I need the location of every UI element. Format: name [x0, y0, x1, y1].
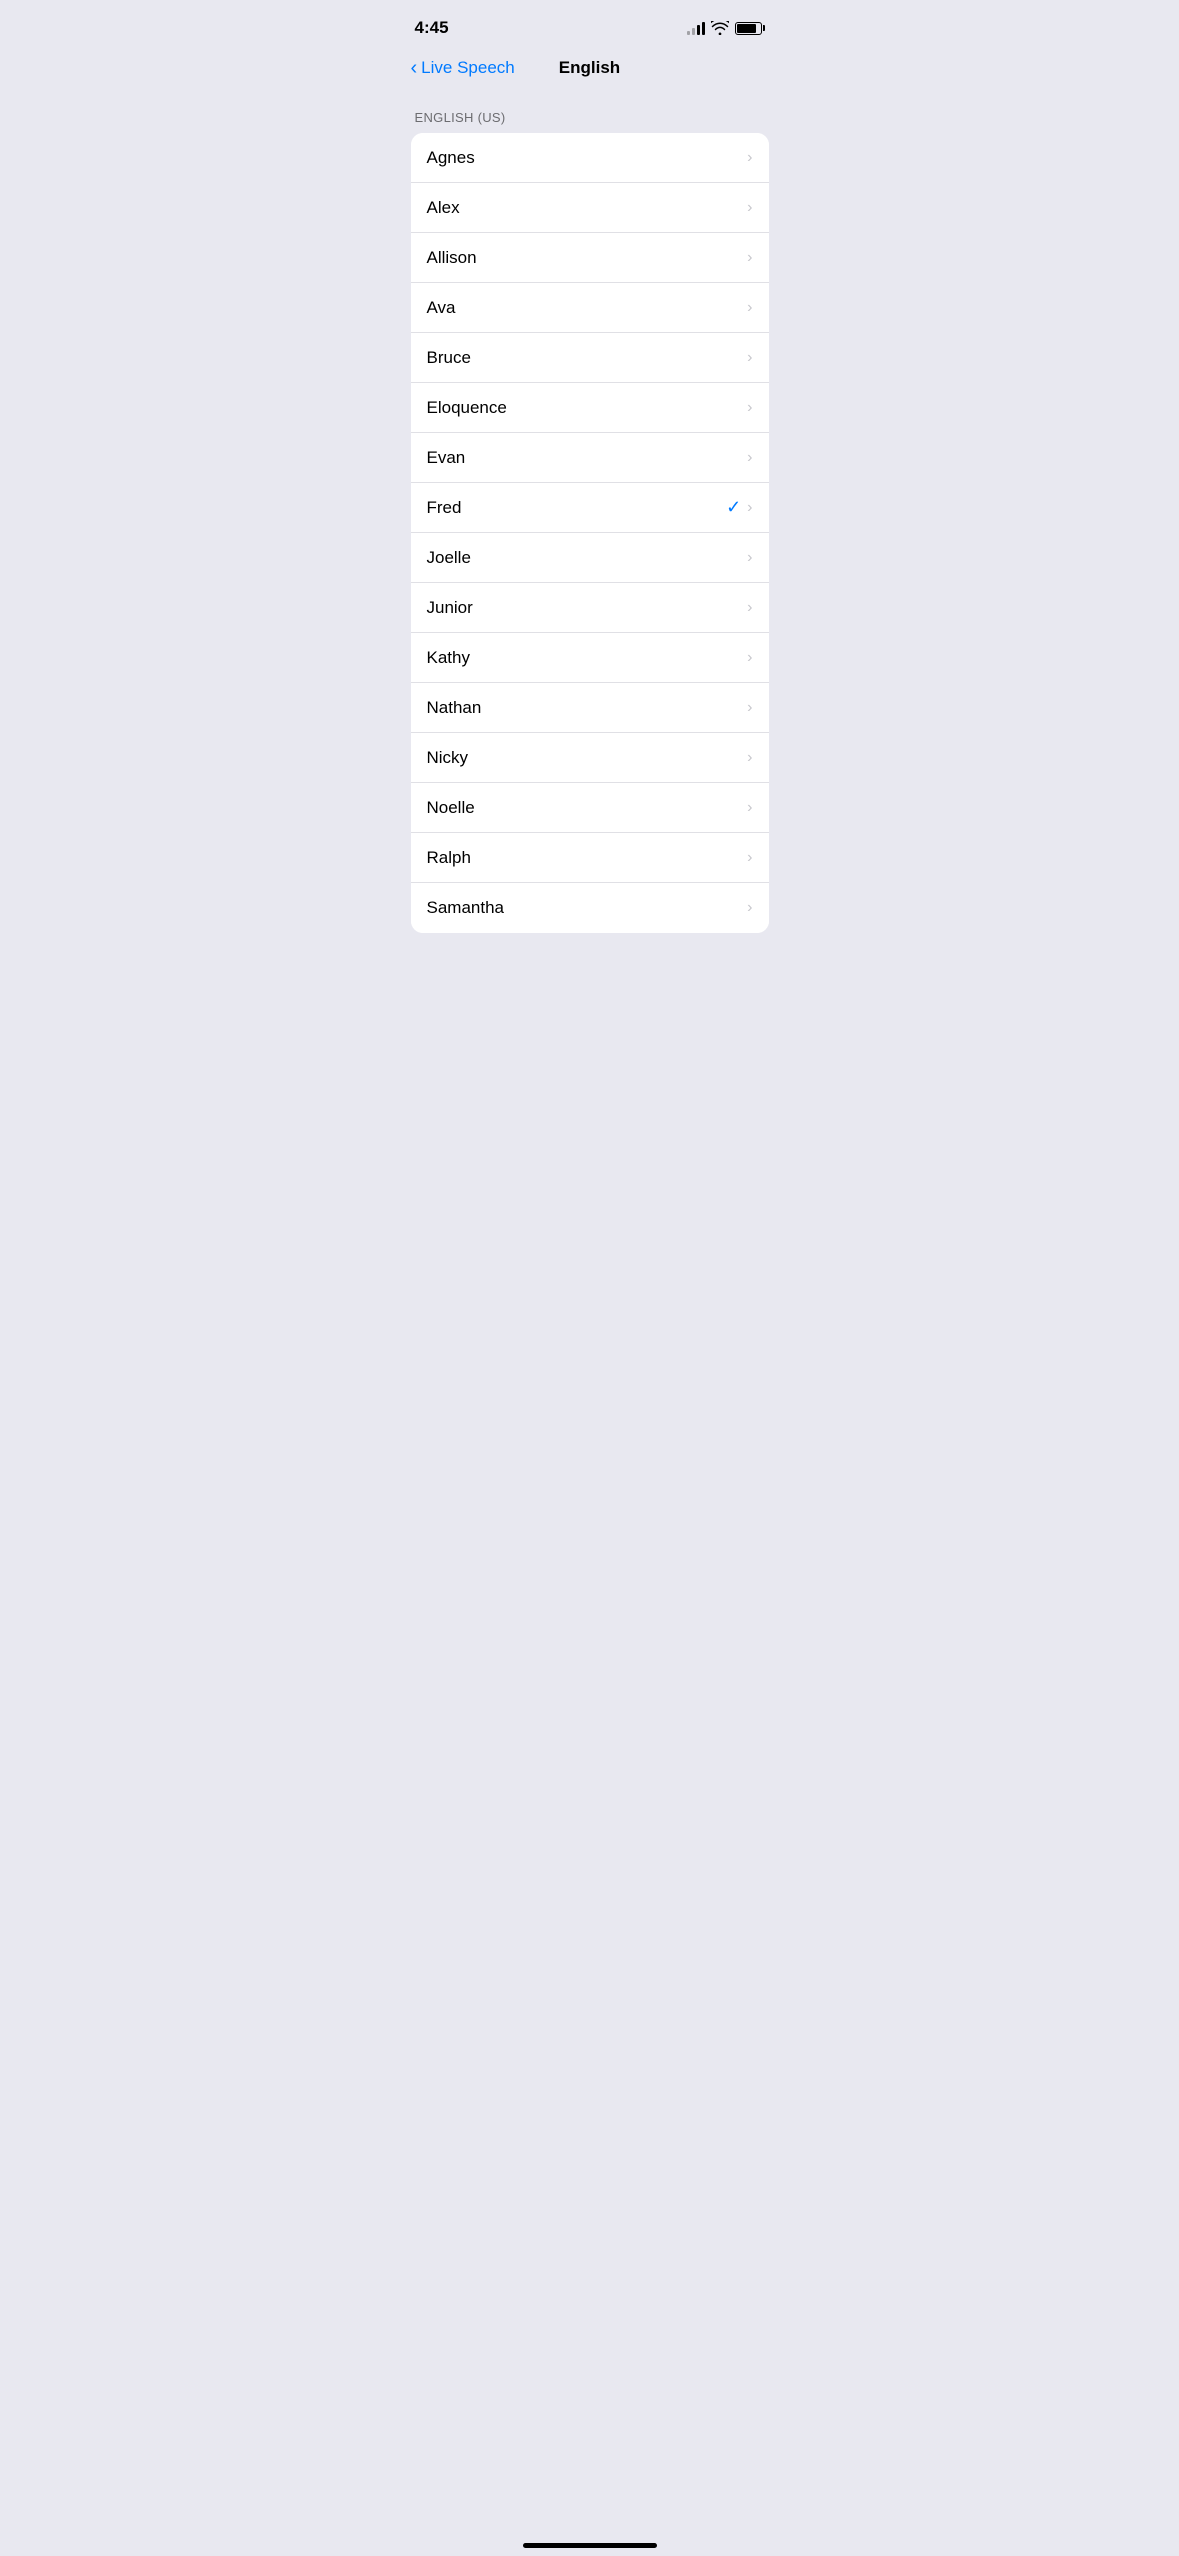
list-item[interactable]: Kathy ›: [411, 633, 769, 683]
voice-name: Kathy: [427, 648, 470, 668]
voice-name: Bruce: [427, 348, 471, 368]
voice-name: Samantha: [427, 898, 505, 918]
battery-icon: [735, 22, 765, 35]
voice-name: Alex: [427, 198, 460, 218]
voice-name: Ralph: [427, 848, 471, 868]
list-item[interactable]: Fred ✓ ›: [411, 483, 769, 533]
voice-name: Nathan: [427, 698, 482, 718]
list-item[interactable]: Nathan ›: [411, 683, 769, 733]
checkmark-icon: ✓: [726, 497, 741, 518]
voice-list: Agnes›Alex›Allison›Ava›Bruce›Eloquence›E…: [411, 133, 769, 933]
voice-name: Nicky: [427, 748, 469, 768]
list-item[interactable]: Samantha ›: [411, 883, 769, 933]
voice-name: Noelle: [427, 798, 475, 818]
chevron-right-icon: ›: [747, 850, 752, 866]
list-item[interactable]: Ava ›: [411, 283, 769, 333]
back-chevron-icon: ‹: [411, 58, 418, 78]
chevron-right-icon: ›: [747, 350, 752, 366]
voice-name: Joelle: [427, 548, 471, 568]
list-item[interactable]: Junior ›: [411, 583, 769, 633]
list-item[interactable]: Noelle ›: [411, 783, 769, 833]
voice-name: Evan: [427, 448, 466, 468]
list-item[interactable]: Agnes ›: [411, 133, 769, 183]
content: ENGLISH (US) Agnes›Alex›Allison›Ava›Bruc…: [395, 90, 785, 933]
list-item[interactable]: Allison ›: [411, 233, 769, 283]
voice-name: Junior: [427, 598, 473, 618]
status-icons: [687, 21, 765, 35]
back-label: Live Speech: [421, 58, 515, 78]
back-button[interactable]: ‹ Live Speech: [411, 58, 515, 78]
chevron-right-icon: ›: [747, 200, 752, 216]
status-bar: 4:45: [395, 0, 785, 50]
list-item[interactable]: Alex ›: [411, 183, 769, 233]
section-header: ENGLISH (US): [395, 110, 785, 133]
chevron-right-icon: ›: [747, 400, 752, 416]
list-item[interactable]: Bruce ›: [411, 333, 769, 383]
list-item[interactable]: Ralph ›: [411, 833, 769, 883]
chevron-right-icon: ›: [747, 900, 752, 916]
chevron-right-icon: ›: [747, 300, 752, 316]
voice-name: Allison: [427, 248, 477, 268]
home-indicator: [523, 2543, 657, 2548]
voice-name: Ava: [427, 298, 456, 318]
list-item[interactable]: Joelle ›: [411, 533, 769, 583]
chevron-right-icon: ›: [747, 500, 752, 516]
chevron-right-icon: ›: [747, 250, 752, 266]
wifi-icon: [711, 21, 729, 35]
voice-name: Fred: [427, 498, 462, 518]
list-item[interactable]: Nicky ›: [411, 733, 769, 783]
voice-name: Agnes: [427, 148, 475, 168]
signal-icon: [687, 21, 705, 35]
chevron-right-icon: ›: [747, 750, 752, 766]
list-item[interactable]: Eloquence ›: [411, 383, 769, 433]
page-title: English: [559, 58, 620, 78]
chevron-right-icon: ›: [747, 550, 752, 566]
voice-name: Eloquence: [427, 398, 507, 418]
chevron-right-icon: ›: [747, 800, 752, 816]
chevron-right-icon: ›: [747, 150, 752, 166]
status-time: 4:45: [415, 18, 449, 38]
list-item[interactable]: Evan ›: [411, 433, 769, 483]
chevron-right-icon: ›: [747, 600, 752, 616]
chevron-right-icon: ›: [747, 650, 752, 666]
nav-bar: ‹ Live Speech English: [395, 50, 785, 90]
chevron-right-icon: ›: [747, 450, 752, 466]
chevron-right-icon: ›: [747, 700, 752, 716]
